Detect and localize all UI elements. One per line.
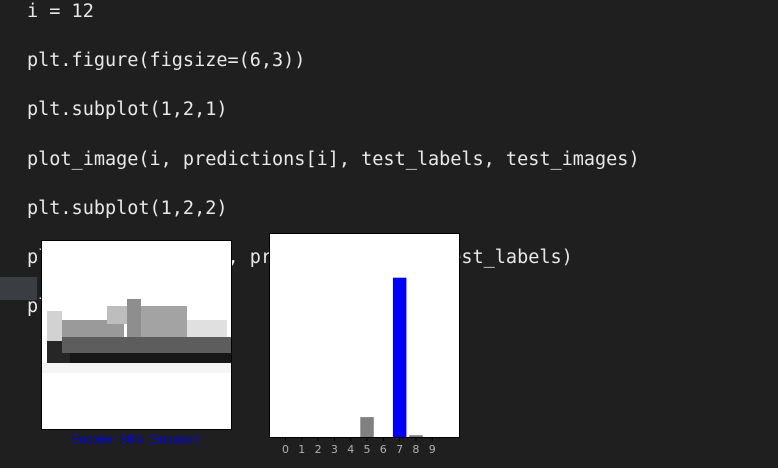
image-subplot [41,240,232,430]
code-line: plt.figure(figsize=(6,3)) [27,50,306,72]
sneaker-image [42,288,231,374]
x-tick-label: 4 [347,443,354,456]
value-array-chart: 0123456789 [282,277,436,456]
output-gutter-marker[interactable] [0,277,37,300]
x-tick-label: 2 [315,443,322,456]
prediction-caption: Sneaker 88% (Sneaker) [71,433,202,446]
x-tick-label: 8 [412,443,419,456]
x-tick-label: 7 [396,443,403,456]
bar-5 [360,417,374,437]
code-line: i = 12 [27,1,94,22]
code-line: plt.subplot(1,2,1) [27,99,228,121]
x-tick-label: 9 [429,443,436,456]
x-tick-label: 5 [364,443,371,456]
x-tick-label: 1 [298,443,305,456]
x-tick-label: 6 [380,443,387,456]
code-line: plt.subplot(1,2,2) [27,197,228,219]
x-tick-label: 3 [331,443,338,456]
bar-8 [409,435,423,437]
bar-7 [392,277,407,437]
x-tick-label: 0 [282,443,289,456]
code-line: plot_image(i, predictions[i], test_label… [27,148,640,170]
